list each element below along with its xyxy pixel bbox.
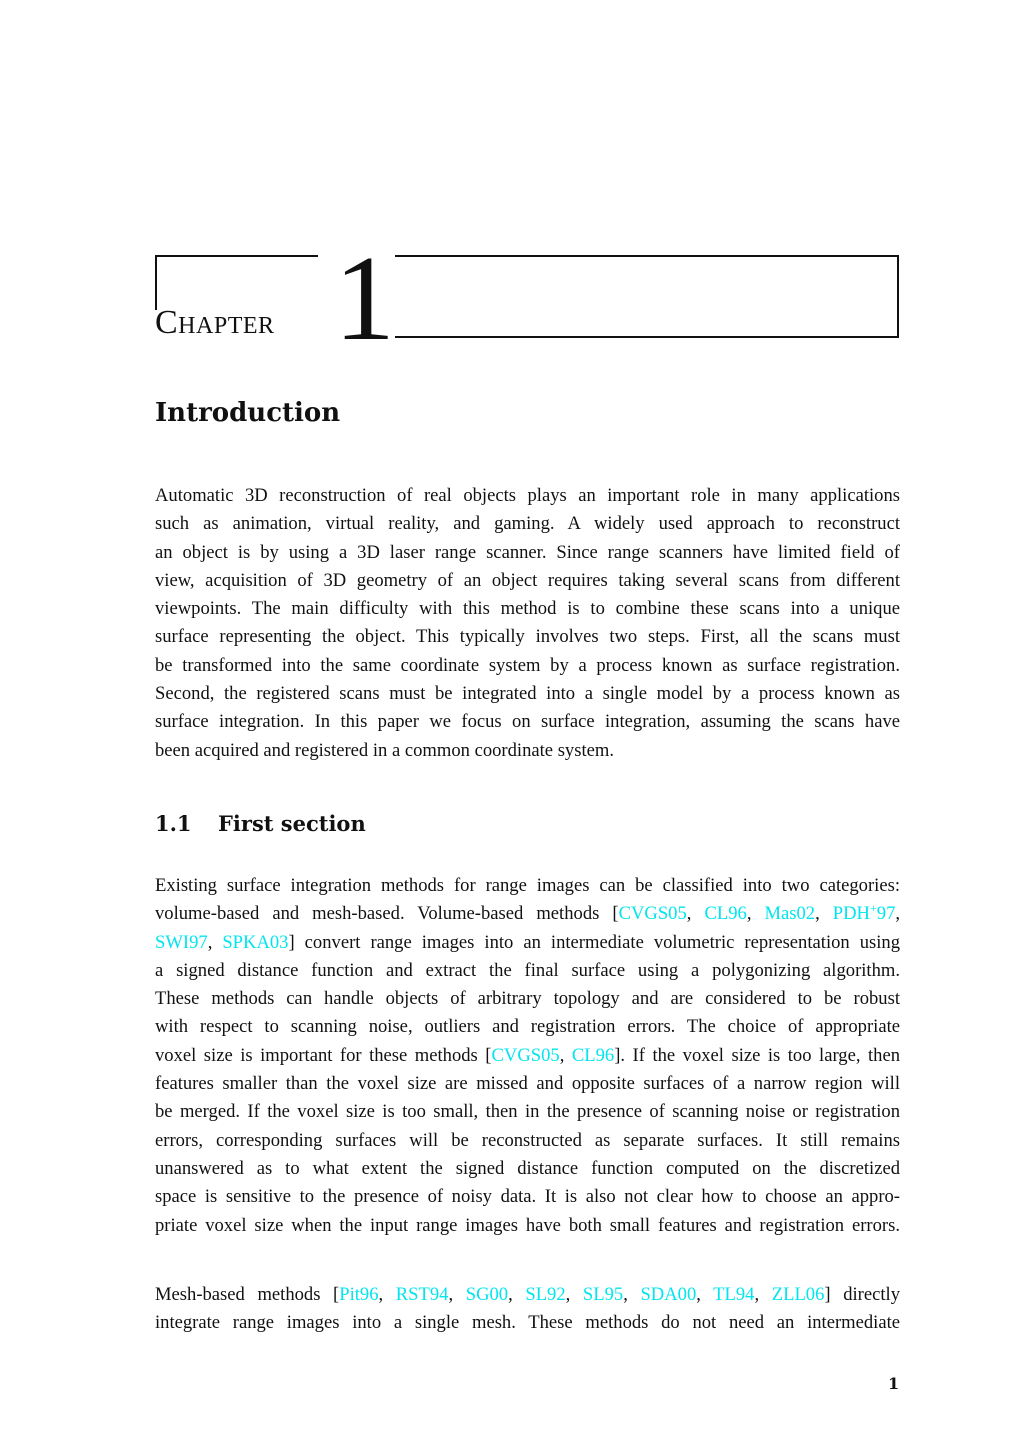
citation-link[interactable]: CL96 [704,903,746,924]
chapter-frame-top-left-rule [155,255,318,257]
text-line: a signed distance function and extract t… [155,959,900,981]
citation-link[interactable]: Pit96 [339,1284,378,1305]
text-fragment: ]. If the voxel size is too large, then [614,1044,901,1066]
citation-superscript: + [869,901,877,916]
text-line: volume-based and mesh-based. Volume-base… [155,901,901,925]
text-fragment: volume-based and mesh-based. Volume-base… [155,903,619,925]
text-line: Second, the registered scans must be int… [155,683,900,705]
text-line: Existing surface integration methods for… [155,875,900,896]
text-line: Mesh-based methods [Pit96, RST94, SG00, … [155,1284,900,1305]
chapter-title: Introduction [155,398,341,428]
section-paragraph-volume-based: Existing surface integration methods for… [155,872,900,1240]
text-line: be transformed into the same coordinate … [155,654,900,676]
citation-link[interactable]: Mas02 [764,903,815,924]
citation-year: 97 [876,903,896,925]
text-line: unanswered as to what extent the signed … [155,1157,900,1179]
section-paragraph-mesh-based: Mesh-based methods [Pit96, RST94, SG00, … [155,1281,900,1338]
text-line: be merged. If the voxel size is too smal… [155,1101,900,1123]
citation-text: PDH [832,903,870,925]
citation-link[interactable]: CVGS05 [619,903,687,924]
text-fragment: Mesh-based methods [ [155,1284,340,1305]
text-line: such as animation, virtual reality, and … [155,513,900,535]
chapter-frame-box [395,255,899,338]
citation-link[interactable]: TL94 [713,1284,754,1305]
section-heading: 1.1 First section [155,813,366,834]
text-line: surface representing the object. This ty… [155,626,900,648]
citation-link[interactable]: PDH+97 [832,901,896,925]
citation-link[interactable]: SWI97 [155,932,208,953]
text-line: space is sensitive to the presence of no… [155,1186,900,1208]
text-line: surface integration. In this paper we fo… [155,711,900,733]
section-number: 1.1 [155,811,192,836]
citation-link[interactable]: ZLL06 [772,1284,825,1305]
citation-link[interactable]: CVGS05 [492,1045,560,1066]
document-page: Chapter 1 Introduction Automatic 3D reco… [0,0,1024,1448]
text-line: features smaller than the voxel size are… [155,1073,900,1095]
text-line: viewpoints. The main difficulty with thi… [155,598,900,620]
text-line: priate voxel size when the input range i… [155,1214,900,1236]
citation-link[interactable]: CL96 [572,1045,614,1066]
text-line: These methods can handle objects of arbi… [155,988,900,1010]
text-line: an object is by using a 3D laser range s… [155,541,900,563]
citation-link[interactable]: SG00 [466,1284,508,1305]
intro-paragraph: Automatic 3D reconstruction of real obje… [155,482,900,765]
text-line: errors, corresponding surfaces will be r… [155,1129,900,1151]
chapter-label: Chapter [155,304,275,341]
text-line: been acquired and registered in a common… [155,739,614,761]
text-fragment: ] convert range images into an intermedi… [288,931,901,953]
page-number: 1 [888,1374,900,1393]
chapter-frame-left-rule [155,255,157,310]
citation-link[interactable]: SL92 [525,1284,565,1305]
chapter-number: 1 [334,231,395,366]
text-line: integrate range images into a single mes… [155,1312,900,1334]
citation-link[interactable]: SL95 [583,1284,623,1305]
text-line: Automatic 3D reconstruction of real obje… [155,485,900,506]
text-line: view, acquisition of 3D geometry of an o… [155,569,900,591]
citation-link[interactable]: RST94 [396,1284,449,1305]
citation-link[interactable]: SPKA03 [222,932,288,953]
citation-link[interactable]: SDA00 [640,1284,696,1305]
text-fragment: ] directly [824,1284,900,1305]
text-fragment: voxel size is important for these method… [155,1044,492,1066]
text-line: SWI97, SPKA03] convert range images into… [155,931,901,953]
text-line: with respect to scanning noise, outliers… [155,1016,900,1038]
text-line: voxel size is important for these method… [155,1044,901,1066]
section-title: First section [218,811,366,836]
